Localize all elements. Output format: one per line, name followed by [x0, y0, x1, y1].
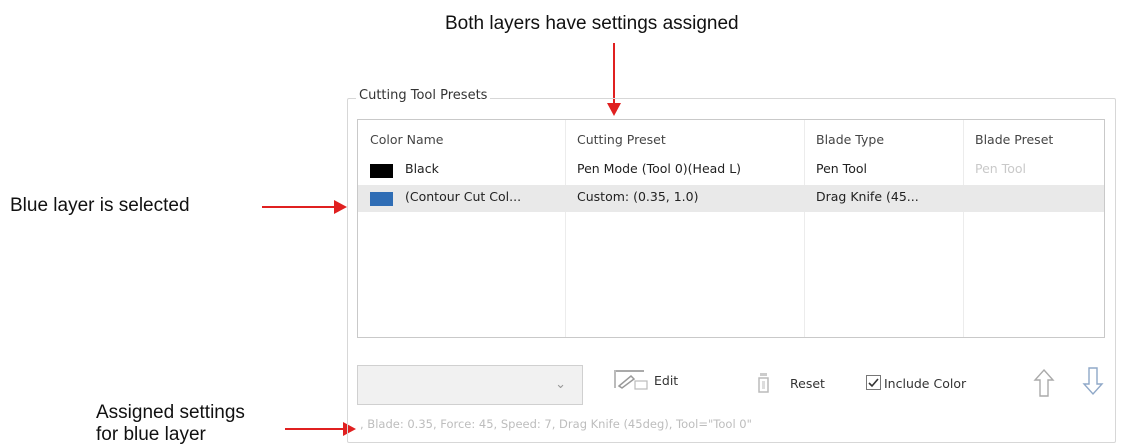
row-blade-type: Drag Knife (45...: [816, 189, 919, 204]
column-header-cutting-preset[interactable]: Cutting Preset: [577, 132, 666, 147]
annotation-bottom-1: Assigned settings: [96, 402, 245, 423]
include-color-label[interactable]: Include Color: [884, 376, 966, 391]
list-item-blue-selected[interactable]: (Contour Cut Col... Custom: (0.35, 1.0) …: [358, 185, 1104, 212]
list-header: Color Name Cutting Preset Blade Type Bla…: [358, 128, 1104, 155]
assigned-settings-status: , Blade: 0.35, Force: 45, Speed: 7, Drag…: [360, 417, 752, 431]
arrow-left-line: [262, 206, 336, 208]
color-swatch-blue: [370, 192, 393, 206]
row-cutting-preset: Custom: (0.35, 1.0): [577, 189, 699, 204]
checkmark-icon: [868, 378, 879, 388]
move-up-arrow-icon[interactable]: [1033, 368, 1055, 398]
arrow-bottom-line: [285, 428, 345, 430]
row-color-name: (Contour Cut Col...: [405, 189, 522, 204]
column-header-blade-preset[interactable]: Blade Preset: [975, 132, 1053, 147]
move-down-arrow-icon[interactable]: [1082, 366, 1104, 396]
arrow-top-line: [613, 43, 615, 105]
row-blade-type: Pen Tool: [816, 161, 867, 176]
color-swatch-black: [370, 164, 393, 178]
include-color-checkbox[interactable]: [866, 375, 881, 390]
list-item-black[interactable]: Black Pen Mode (Tool 0)(Head L) Pen Tool…: [358, 157, 1104, 184]
column-header-blade-type[interactable]: Blade Type: [816, 132, 884, 147]
edit-button[interactable]: Edit: [654, 373, 678, 388]
annotation-top: Both layers have settings assigned: [445, 13, 739, 34]
chevron-down-icon: ⌄: [555, 377, 566, 392]
row-blade-preset: Pen Tool: [975, 161, 1026, 176]
presets-list[interactable]: Color Name Cutting Preset Blade Type Bla…: [357, 119, 1105, 338]
annotation-bottom-2: for blue layer: [96, 424, 206, 445]
reset-icon[interactable]: [756, 371, 772, 395]
row-cutting-preset: Pen Mode (Tool 0)(Head L): [577, 161, 742, 176]
group-title: Cutting Tool Presets: [356, 88, 491, 103]
preset-dropdown[interactable]: ⌄: [357, 365, 583, 405]
column-header-color-name[interactable]: Color Name: [370, 132, 444, 147]
edit-icon[interactable]: [611, 366, 651, 392]
reset-button[interactable]: Reset: [790, 376, 825, 391]
arrow-left-head: [334, 200, 347, 214]
row-color-name: Black: [405, 161, 439, 176]
annotation-left: Blue layer is selected: [10, 195, 190, 216]
